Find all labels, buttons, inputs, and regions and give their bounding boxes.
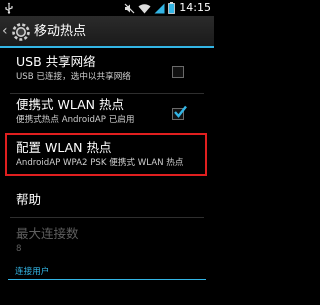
status-bar: 14:15	[0, 0, 214, 16]
pref-max-connections: 最大连接数 8	[0, 220, 214, 262]
back-chevron-icon[interactable]: ‹	[2, 24, 8, 38]
pref-title: 便携式 WLAN 热点	[16, 97, 124, 112]
pref-summary: AndroidAP WPA2 PSK 便携式 WLAN 热点	[16, 158, 184, 168]
usb-icon	[5, 2, 13, 14]
title-bar: ‹ 移动热点	[0, 16, 214, 48]
pref-summary: 便携式热点 AndroidAP 已启用	[16, 115, 135, 125]
divider	[10, 217, 204, 218]
pref-usb-tethering[interactable]: USB 共享网络 USB 已连接，选中以共享网络	[0, 50, 214, 94]
status-time: 14:15	[179, 1, 211, 14]
usb-tethering-checkbox[interactable]	[172, 66, 184, 78]
pref-title: USB 共享网络	[16, 54, 96, 69]
category-divider	[8, 279, 206, 280]
pref-help[interactable]: 帮助	[0, 182, 214, 216]
pref-configure-hotspot[interactable]: 配置 WLAN 热点 AndroidAP WPA2 PSK 便携式 WLAN 热…	[0, 136, 214, 174]
pref-title: 最大连接数	[16, 226, 79, 241]
pref-summary: USB 已连接，选中以共享网络	[16, 72, 131, 82]
checkmark-icon	[174, 105, 187, 118]
mute-icon	[124, 3, 135, 13]
pref-summary: 8	[16, 244, 22, 254]
page-title: 移动热点	[34, 24, 87, 39]
signal-icon	[154, 3, 165, 13]
portable-hotspot-checkbox[interactable]	[172, 105, 187, 120]
pref-title: 帮助	[16, 192, 42, 207]
battery-icon	[168, 2, 176, 14]
wifi-icon	[138, 3, 151, 13]
pref-portable-hotspot[interactable]: 便携式 WLAN 热点 便携式热点 AndroidAP 已启用	[0, 94, 214, 134]
category-header: 连接用户	[15, 267, 50, 277]
pref-title: 配置 WLAN 热点	[16, 140, 112, 155]
hotspot-settings-icon[interactable]	[11, 22, 31, 42]
